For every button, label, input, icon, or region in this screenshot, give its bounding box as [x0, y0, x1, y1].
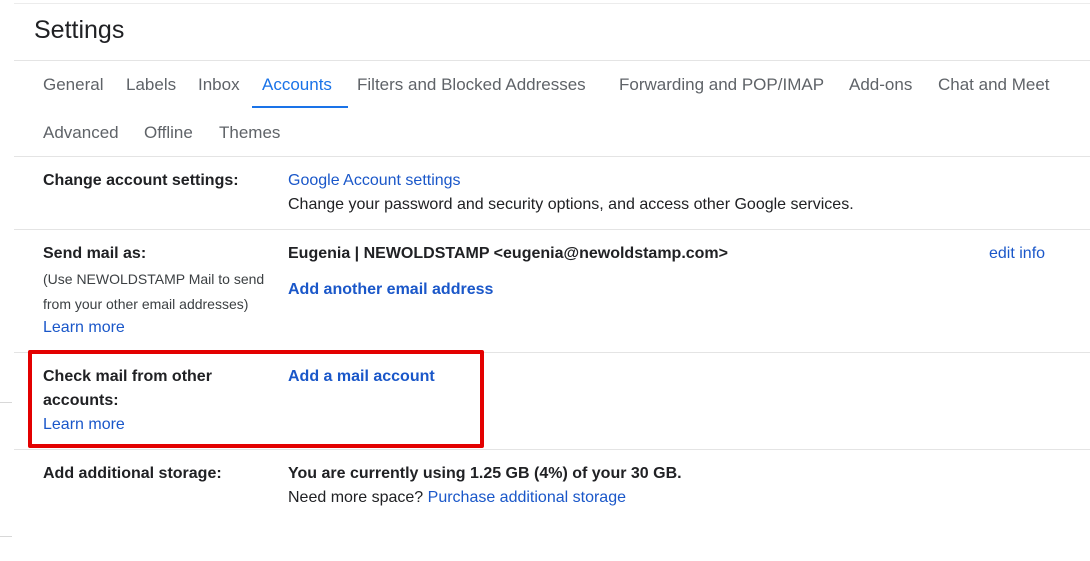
highlight-box [28, 350, 484, 448]
send-mail-note-line2: from your other email addresses) [43, 296, 249, 312]
send-mail-label: Send mail as: [43, 245, 147, 262]
active-tab-indicator [252, 106, 348, 108]
divider [14, 449, 1090, 450]
change-account-description: Change your password and security option… [288, 196, 854, 213]
tab-add-ons[interactable]: Add-ons [849, 75, 912, 95]
divider [14, 156, 1090, 157]
send-mail-learn-more-link[interactable]: Learn more [43, 316, 125, 340]
storage-label: Add additional storage: [43, 465, 222, 482]
divider [14, 60, 1090, 61]
storage-usage: You are currently using 1.25 GB (4%) of … [288, 465, 682, 482]
google-account-settings-link[interactable]: Google Account settings [288, 169, 461, 193]
tab-inbox[interactable]: Inbox [198, 75, 240, 95]
tab-general[interactable]: General [43, 75, 103, 95]
tab-filters[interactable]: Filters and Blocked Addresses [357, 75, 586, 95]
page-edge-mark [0, 402, 12, 403]
tab-accounts[interactable]: Accounts [262, 75, 332, 95]
need-more-space-text: Need more space? [288, 489, 424, 506]
page-edge-mark [0, 536, 12, 537]
tab-labels[interactable]: Labels [126, 75, 176, 95]
tab-offline[interactable]: Offline [144, 123, 193, 143]
purchase-storage-link[interactable]: Purchase additional storage [428, 489, 626, 506]
page-title: Settings [34, 16, 125, 44]
add-another-email-link[interactable]: Add another email address [288, 278, 493, 302]
edit-info-link[interactable]: edit info [989, 242, 1045, 266]
tab-forwarding[interactable]: Forwarding and POP/IMAP [619, 75, 824, 95]
send-mail-note-line1: (Use NEWOLDSTAMP Mail to send [43, 271, 265, 287]
storage-need-more-row: Need more space? Purchase additional sto… [288, 486, 626, 510]
divider [14, 229, 1090, 230]
top-divider [14, 3, 1090, 4]
tab-themes[interactable]: Themes [219, 123, 280, 143]
change-account-label: Change account settings: [43, 172, 239, 189]
tab-chat-and-meet[interactable]: Chat and Meet [938, 75, 1050, 95]
settings-panel: Settings General Labels Inbox Accounts F… [14, 0, 1090, 540]
tab-advanced[interactable]: Advanced [43, 123, 119, 143]
send-mail-address: Eugenia | NEWOLDSTAMP <eugenia@newoldsta… [288, 245, 728, 262]
